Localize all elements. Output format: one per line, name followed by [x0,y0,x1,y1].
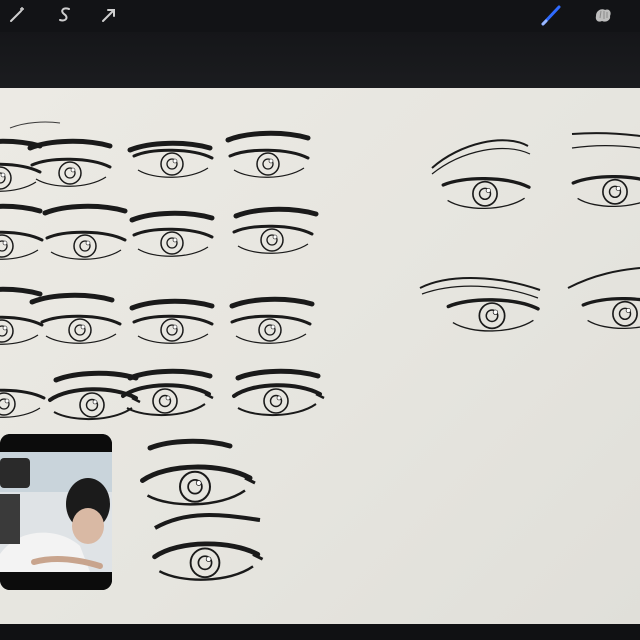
adjustments-wand-icon[interactable] [6,4,28,26]
eye-sketch-right-group [419,132,640,333]
eye-sketch-large [143,441,263,579]
monitor-shape [0,458,30,488]
smudge-icon[interactable] [592,4,616,26]
person-face [72,508,104,544]
transform-arrow-icon[interactable] [98,4,120,26]
eye-sketch-column-1 [0,141,46,419]
eye-sketch-column-3 [121,143,215,418]
drawing-canvas[interactable] [0,88,640,624]
screen-bottom-bezel [0,624,640,640]
top-toolbar [0,0,640,32]
selection-s-icon[interactable] [54,4,76,26]
brush-icon[interactable] [540,4,562,26]
canvas-top-margin [0,32,640,88]
eye-sketch-column-4 [228,133,326,418]
camera-video-overlay[interactable] [0,434,112,590]
